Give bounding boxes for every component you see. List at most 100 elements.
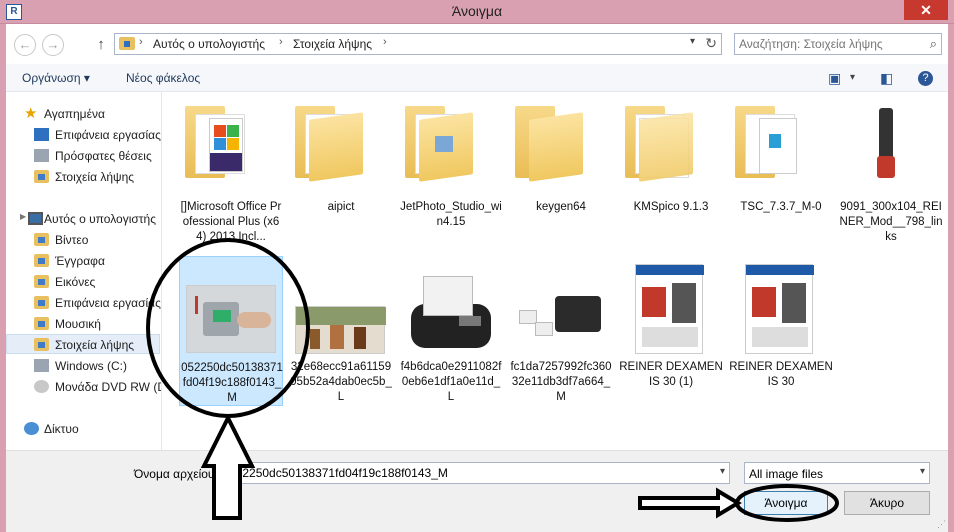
breadcrumb-this-pc[interactable]: Αυτός ο υπολογιστής bbox=[153, 37, 265, 51]
chevron-down-icon[interactable]: ▾ bbox=[920, 466, 925, 477]
nav-downloads-pc[interactable]: Στοιχεία λήψης bbox=[6, 334, 160, 354]
nav-this-pc[interactable]: ▶ Αυτός ο υπολογιστής bbox=[6, 209, 156, 229]
nav-label: Έγγραφα bbox=[55, 254, 105, 268]
computer-icon bbox=[28, 212, 43, 225]
nav-label: Windows (C:) bbox=[55, 359, 128, 373]
file-tile[interactable]: REINER DEXAMENIS 30 (1) bbox=[619, 256, 723, 416]
search-icon[interactable]: ⌕ bbox=[930, 36, 937, 52]
nav-drive-c[interactable]: Windows (C:) bbox=[6, 356, 156, 376]
downloads-icon bbox=[34, 170, 49, 183]
file-tile[interactable]: keygen64 bbox=[509, 96, 613, 256]
search-box[interactable]: ⌕ bbox=[734, 33, 942, 55]
preview-pane-icon[interactable]: ◧ bbox=[880, 70, 893, 87]
open-button[interactable]: Άνοιγμα bbox=[744, 491, 828, 515]
nav-label: Μονάδα DVD RW (D bbox=[55, 380, 162, 394]
image-thumbnail bbox=[869, 102, 903, 192]
nav-label: Επιφάνεια εργασίας bbox=[55, 128, 161, 142]
nav-label: Στοιχεία λήψης bbox=[55, 338, 135, 352]
address-bar[interactable]: › Αυτός ο υπολογιστής › Στοιχεία λήψης ›… bbox=[114, 33, 722, 55]
nav-network[interactable]: Δίκτυο bbox=[6, 419, 156, 439]
filename-combobox[interactable]: ▾ bbox=[222, 462, 730, 484]
breadcrumb-separator[interactable]: › bbox=[383, 36, 387, 48]
downloads-icon bbox=[34, 338, 49, 351]
file-tile[interactable]: aipict bbox=[289, 96, 393, 256]
file-tile[interactable]: JetPhoto_Studio_win4.15 bbox=[399, 96, 503, 256]
help-icon[interactable]: ? bbox=[918, 71, 933, 86]
file-tile[interactable]: REINER DEXAMENIS 30 bbox=[729, 256, 833, 416]
folder-icon bbox=[735, 106, 803, 178]
file-name: keygen64 bbox=[536, 201, 586, 213]
refresh-icon[interactable]: ↻ bbox=[705, 35, 717, 52]
back-button[interactable]: ← bbox=[14, 34, 36, 56]
dialog-footer: Όνομα αρχείου: ▾ All image files ▾ Άνοιγ… bbox=[6, 450, 948, 532]
filename-input[interactable] bbox=[229, 466, 709, 480]
title-bar: R Άνοιγμα ✕ bbox=[0, 0, 954, 24]
file-name: KMSpico 9.1.3 bbox=[633, 201, 709, 213]
star-icon: ★ bbox=[24, 105, 38, 122]
network-icon bbox=[24, 422, 39, 435]
file-tile[interactable]: f4b6dca0e2911082f0eb6e1df1a0e11d_L bbox=[399, 256, 503, 416]
navigation-pane: ★ Αγαπημένα Επιφάνεια εργασίας Πρόσφατες… bbox=[6, 92, 162, 450]
back-arrow-icon: ← bbox=[18, 37, 32, 52]
folder-icon bbox=[515, 106, 583, 182]
resize-grip-icon[interactable]: ⋰ bbox=[937, 519, 946, 530]
chevron-down-icon[interactable]: ▾ bbox=[720, 466, 725, 477]
nav-desktop-favorite[interactable]: Επιφάνεια εργασίας bbox=[6, 125, 161, 145]
file-type-filter[interactable]: All image files ▾ bbox=[744, 462, 930, 484]
command-bar: Οργάνωση ▾ Νέος φάκελος ▣ ▾ ◧ ? bbox=[6, 64, 948, 92]
nav-label: Εικόνες bbox=[55, 275, 96, 289]
file-name: []Microsoft Office Professional Plus (x6… bbox=[180, 201, 282, 243]
nav-videos[interactable]: Βίντεο bbox=[6, 230, 156, 250]
nav-recent-places[interactable]: Πρόσφατες θέσεις bbox=[6, 146, 156, 166]
nav-documents[interactable]: Έγγραφα bbox=[6, 251, 156, 271]
dvd-icon bbox=[34, 380, 49, 393]
file-tile[interactable]: TSC_7.3.7_M-0 bbox=[729, 96, 833, 256]
file-list: []Microsoft Office Professional Plus (x6… bbox=[163, 92, 948, 450]
breadcrumb-separator[interactable]: › bbox=[279, 36, 283, 48]
file-name: REINER DEXAMENIS 30 (1) bbox=[619, 361, 723, 388]
search-input[interactable] bbox=[739, 37, 919, 51]
file-tile[interactable]: fc1da7257992fc36032e11db3df7a664_M bbox=[509, 256, 613, 416]
nav-pictures[interactable]: Εικόνες bbox=[6, 272, 156, 292]
file-tile-selected[interactable]: 052250dc50138371fd04f19c188f0143_M bbox=[179, 256, 283, 406]
image-thumbnail bbox=[405, 268, 495, 352]
breadcrumb-downloads[interactable]: Στοιχεία λήψης bbox=[293, 37, 372, 51]
close-button[interactable]: ✕ bbox=[904, 0, 948, 20]
image-thumbnail bbox=[186, 285, 276, 353]
breadcrumb-separator[interactable]: › bbox=[139, 36, 143, 48]
image-thumbnail bbox=[515, 286, 605, 352]
nav-dvd-drive[interactable]: Μονάδα DVD RW (D bbox=[6, 377, 162, 397]
filename-label: Όνομα αρχείου: bbox=[134, 467, 218, 481]
file-tile[interactable]: KMSpico 9.1.3 bbox=[619, 96, 723, 256]
forward-button[interactable]: → bbox=[42, 34, 64, 56]
folder-icon bbox=[625, 106, 693, 182]
view-dropdown-icon[interactable]: ▾ bbox=[850, 72, 855, 83]
address-dropdown-icon[interactable]: ▾ bbox=[690, 36, 695, 47]
videos-icon bbox=[34, 233, 49, 246]
nav-label: Αυτός ο υπολογιστής bbox=[44, 212, 156, 226]
expand-arrow-icon[interactable]: ▶ bbox=[20, 212, 26, 221]
window-title: Άνοιγμα bbox=[451, 3, 503, 19]
document-icon bbox=[435, 136, 453, 152]
nav-downloads-favorite[interactable]: Στοιχεία λήψης bbox=[6, 167, 156, 187]
desktop-icon bbox=[34, 296, 49, 309]
file-type-value: All image files bbox=[749, 467, 824, 481]
drive-icon bbox=[34, 359, 49, 372]
nav-label: Επιφάνεια εργασίας bbox=[55, 296, 161, 310]
image-thumbnail bbox=[295, 306, 386, 354]
file-name: 9091_300x104_REINER_Mod__798_links bbox=[839, 201, 943, 243]
file-tile[interactable]: 9091_300x104_REINER_Mod__798_links bbox=[839, 96, 943, 256]
nav-favorites[interactable]: ★ Αγαπημένα bbox=[6, 104, 156, 124]
new-folder-button[interactable]: Νέος φάκελος bbox=[126, 71, 200, 85]
file-name: 32e68ecc91a6115905b52a4dab0ec5b_L bbox=[290, 361, 392, 403]
cancel-button[interactable]: Άκυρο bbox=[844, 491, 930, 515]
file-tile[interactable]: []Microsoft Office Professional Plus (x6… bbox=[179, 96, 283, 256]
recent-places-icon bbox=[34, 149, 49, 162]
change-view-icon[interactable]: ▣ bbox=[828, 70, 841, 87]
up-button[interactable]: ↑ bbox=[92, 34, 110, 56]
file-tile[interactable]: 32e68ecc91a6115905b52a4dab0ec5b_L bbox=[289, 256, 393, 416]
nav-music[interactable]: Μουσική bbox=[6, 314, 156, 334]
organize-menu[interactable]: Οργάνωση ▾ bbox=[22, 71, 90, 85]
nav-desktop-pc[interactable]: Επιφάνεια εργασίας bbox=[6, 293, 161, 313]
music-icon bbox=[34, 317, 49, 330]
